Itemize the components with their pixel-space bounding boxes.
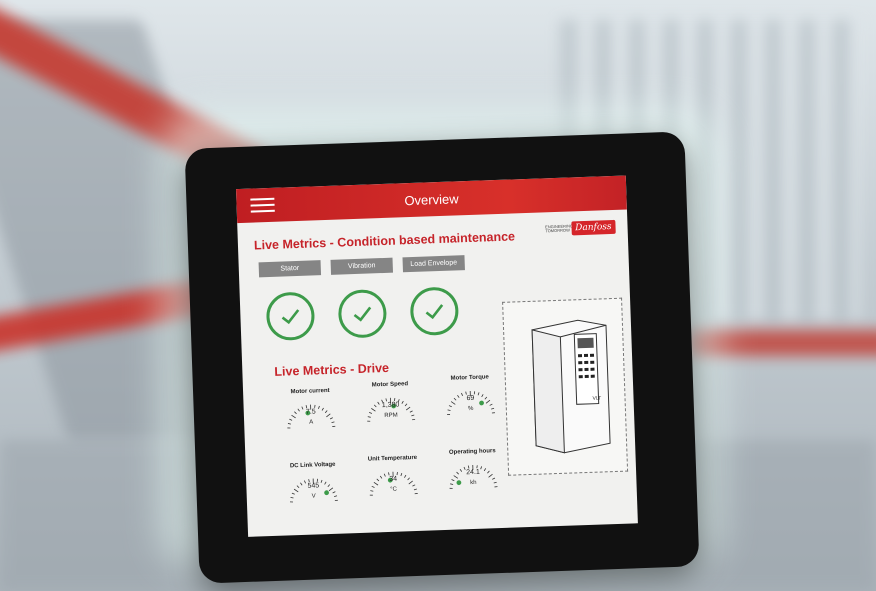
tab-stator[interactable]: Stator (258, 260, 322, 278)
load-envelope-ok-icon (409, 286, 460, 337)
brand-logo: ENGINEERING TOMORROW Danfoss (545, 219, 616, 236)
condition-section-title: Live Metrics - Condition based maintenan… (253, 229, 516, 253)
stator-ok-icon (265, 291, 316, 342)
svg-text:VLT: VLT (592, 395, 601, 401)
brand-tagline: ENGINEERING TOMORROW (545, 223, 574, 234)
hamburger-menu-icon[interactable] (250, 197, 275, 213)
gauge-title: Motor Speed (371, 381, 409, 389)
tablet-device: Overview ENGINEERING TOMORROW Danfoss Li… (184, 131, 700, 584)
tablet-screen: Overview ENGINEERING TOMORROW Danfoss Li… (235, 175, 638, 537)
gauge-title: Unit Temperature (367, 454, 418, 463)
condition-tabs: Stator Vibration Load Envelope (258, 255, 465, 278)
gauge-unit-temperature: Unit Temperature 34 °C (355, 454, 430, 499)
condition-status-row (265, 286, 460, 342)
gauge-title: Motor current (290, 387, 330, 396)
gauge-title: Operating hours (448, 448, 496, 456)
gauge-title: DC Link Voltage (289, 461, 336, 470)
page-title: Overview (404, 190, 459, 208)
tab-vibration[interactable]: Vibration (330, 257, 394, 275)
gauge-dc-link-voltage: DC Link Voltage 545 V (276, 461, 351, 506)
drive-illustration-panel[interactable]: VLT (502, 297, 629, 476)
gauge-motor-current: Motor current 7.5 A (273, 387, 348, 432)
gauge-operating-hours: Operating hours 24.1 kh (435, 448, 510, 493)
gauge-title: Motor Torque (450, 374, 489, 382)
top-bar: Overview (235, 175, 627, 224)
gauge-motor-torque: Motor Torque 69 % (433, 374, 508, 419)
gauge-motor-speed: Motor Speed 1,380 RPM (353, 381, 428, 425)
tab-load-envelope[interactable]: Load Envelope (402, 255, 465, 273)
danfoss-logo: Danfoss (570, 219, 616, 236)
drive-section-title: Live Metrics - Drive (274, 360, 390, 379)
drive-gauges: Motor current 7.5 A Motor Speed 1,380 RP… (273, 374, 513, 506)
drive-unit-icon: VLT (531, 319, 611, 454)
vibration-ok-icon (337, 288, 388, 339)
